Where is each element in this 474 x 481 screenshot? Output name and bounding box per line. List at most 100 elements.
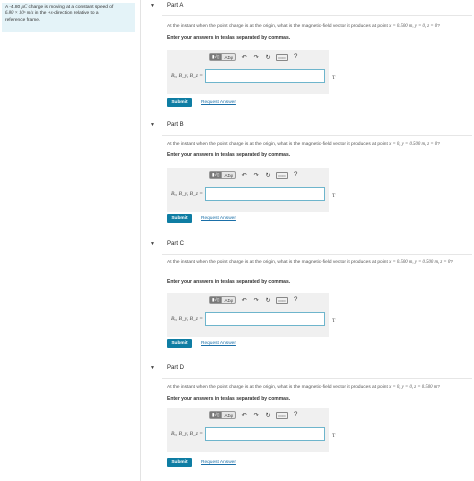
question-text: At the instant when the point charge is … — [167, 385, 468, 391]
template-group: ▮√▯ ΑΣφ — [209, 411, 237, 419]
redo-icon[interactable]: ↷ — [252, 54, 260, 61]
request-answer-link[interactable]: Request Answer — [201, 216, 236, 221]
help-icon[interactable]: ? — [292, 412, 300, 418]
help-icon[interactable]: ? — [292, 54, 300, 60]
question-prefix: At the instant when the point charge is … — [167, 385, 390, 390]
help-icon[interactable]: ? — [292, 172, 300, 178]
redo-icon[interactable]: ↷ — [252, 297, 260, 304]
intro-text: charge is moving at a constant speed of — [27, 5, 114, 10]
part-c-header[interactable]: ▼ Part C — [150, 240, 184, 248]
question-prefix: At the instant when the point charge is … — [167, 260, 390, 265]
templates-button[interactable]: ▮√▯ — [210, 54, 223, 60]
part-d-header[interactable]: ▼ Part D — [150, 364, 184, 372]
reset-icon[interactable]: ↻ — [264, 297, 272, 304]
part-title: Part D — [167, 365, 185, 371]
answer-label: Bₓ, B_y, B_z = — [171, 73, 204, 79]
greek-symbols-button[interactable]: ΑΣφ — [222, 54, 235, 60]
request-answer-link[interactable]: Request Answer — [201, 460, 236, 465]
reset-icon[interactable]: ↻ — [264, 172, 272, 179]
redo-icon[interactable]: ↷ — [252, 172, 260, 179]
column-divider — [140, 0, 141, 481]
editor-toolbar: ▮√▯ ΑΣφ ↶ ↷ ↻ ▭▭ ? — [209, 295, 300, 305]
greek-symbols-button[interactable]: ΑΣφ — [222, 412, 235, 418]
question-point: x = 0, y = 0.500 m, z = 0 — [389, 142, 438, 147]
question-point: x = 0, y = 0, z = 0.500 m — [389, 385, 438, 390]
editor-toolbar: ▮√▯ ΑΣφ ↶ ↷ ↻ ▭▭ ? — [209, 410, 300, 420]
submit-button[interactable]: Submit — [167, 98, 192, 107]
intro-text: in the + — [33, 11, 51, 17]
keyboard-shortcuts-icon[interactable]: ▭▭ — [276, 411, 288, 419]
caret-down-icon[interactable]: ▼ — [150, 122, 160, 128]
reset-icon[interactable]: ↻ — [264, 54, 272, 61]
answer-input[interactable] — [205, 427, 325, 441]
part-title: Part A — [167, 3, 184, 9]
undo-icon[interactable]: ↶ — [240, 297, 248, 304]
question-point: x = 0.500 m, y = 0.500 m, z = 0 — [389, 260, 451, 265]
answer-input[interactable] — [205, 312, 325, 326]
instructions: Enter your answers in teslas separated b… — [167, 279, 291, 285]
instructions: Enter your answers in teslas separated b… — [167, 35, 291, 41]
greek-symbols-button[interactable]: ΑΣφ — [222, 297, 235, 303]
keyboard-shortcuts-icon[interactable]: ▭▭ — [276, 296, 288, 304]
answer-row: Bₓ, B_y, B_z = — [171, 312, 325, 326]
question-suffix: ? — [437, 142, 440, 147]
editor-toolbar: ▮√▯ ΑΣφ ↶ ↷ ↻ ▭▭ ? — [209, 170, 300, 180]
caret-down-icon[interactable]: ▼ — [150, 365, 160, 371]
request-answer-link[interactable]: Request Answer — [201, 100, 236, 105]
answer-input[interactable] — [205, 187, 325, 201]
template-group: ▮√▯ ΑΣφ — [209, 296, 237, 304]
caret-down-icon[interactable]: ▼ — [150, 241, 160, 247]
greek-symbols-button[interactable]: ΑΣφ — [222, 172, 235, 178]
reset-icon[interactable]: ↻ — [264, 412, 272, 419]
intro-text: reference frame. — [5, 17, 41, 23]
answer-row: Bₓ, B_y, B_z = — [171, 69, 325, 83]
intro-text: A -4.80 — [5, 5, 22, 10]
keyboard-shortcuts-icon[interactable]: ▭▭ — [276, 171, 288, 179]
templates-button[interactable]: ▮√▯ — [210, 412, 223, 418]
divider — [162, 15, 472, 16]
redo-icon[interactable]: ↷ — [252, 412, 260, 419]
part-a-header[interactable]: ▼ Part A — [150, 2, 183, 10]
submit-button[interactable]: Submit — [167, 458, 192, 467]
submit-button[interactable]: Submit — [167, 214, 192, 223]
question-suffix: ? — [450, 260, 453, 265]
part-b: ▼ Part B At the instant when the point c… — [150, 121, 472, 233]
request-answer-link[interactable]: Request Answer — [201, 341, 236, 346]
unit-label: T — [332, 75, 336, 81]
part-title: Part C — [167, 241, 185, 247]
submit-button[interactable]: Submit — [167, 339, 192, 348]
problem-statement: A -4.80 μC charge is moving at a constan… — [2, 3, 135, 32]
unit-label: T — [332, 433, 336, 439]
templates-button[interactable]: ▮√▯ — [210, 172, 223, 178]
part-d: ▼ Part D At the instant when the point c… — [150, 364, 472, 476]
caret-down-icon[interactable]: ▼ — [150, 3, 160, 9]
question-point: x = 0.500 m, y = 0, z = 0 — [389, 24, 438, 29]
instructions: Enter your answers in teslas separated b… — [167, 396, 291, 402]
keyboard-shortcuts-icon[interactable]: ▭▭ — [276, 53, 288, 61]
answer-editor: ▮√▯ ΑΣφ ↶ ↷ ↻ ▭▭ ? Bₓ, B_y, B_z = — [167, 168, 329, 212]
question-text: At the instant when the point charge is … — [167, 24, 468, 30]
templates-button[interactable]: ▮√▯ — [210, 297, 223, 303]
answer-row: Bₓ, B_y, B_z = — [171, 427, 325, 441]
part-b-header[interactable]: ▼ Part B — [150, 121, 184, 129]
divider — [162, 135, 472, 136]
instructions: Enter your answers in teslas separated b… — [167, 152, 291, 158]
undo-icon[interactable]: ↶ — [240, 412, 248, 419]
undo-icon[interactable]: ↶ — [240, 54, 248, 61]
answer-label: Bₓ, B_y, B_z = — [171, 191, 204, 197]
undo-icon[interactable]: ↶ — [240, 172, 248, 179]
intro-text: -direction relative to a — [52, 11, 99, 17]
divider — [162, 378, 472, 379]
divider — [162, 254, 472, 255]
answer-row: Bₓ, B_y, B_z = — [171, 187, 325, 201]
intro-speed: 6.80 × 10⁵ m/s — [5, 11, 34, 17]
answer-label: Bₓ, B_y, B_z = — [171, 431, 204, 437]
answer-editor: ▮√▯ ΑΣφ ↶ ↷ ↻ ▭▭ ? Bₓ, B_y, B_z = — [167, 408, 329, 452]
help-icon[interactable]: ? — [292, 297, 300, 303]
answer-input[interactable] — [205, 69, 325, 83]
answer-editor: ▮√▯ ΑΣφ ↶ ↷ ↻ ▭▭ ? Bₓ, B_y, B_z = — [167, 50, 329, 94]
answer-editor: ▮√▯ ΑΣφ ↶ ↷ ↻ ▭▭ ? Bₓ, B_y, B_z = — [167, 293, 329, 337]
question-text: At the instant when the point charge is … — [167, 260, 468, 266]
answer-label: Bₓ, B_y, B_z = — [171, 316, 204, 322]
question-prefix: At the instant when the point charge is … — [167, 142, 390, 147]
